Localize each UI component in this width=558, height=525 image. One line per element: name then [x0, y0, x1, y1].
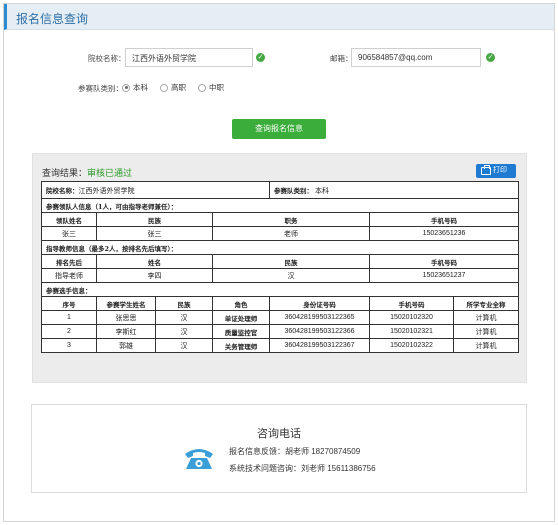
radio-benke-circle[interactable] — [122, 83, 130, 92]
teacher-header-ethnicity: 民族 — [212, 254, 370, 269]
contact-line-technical: 系统技术问题咨询：刘老师 15611386756 — [229, 464, 376, 473]
student-2-no: 2 — [41, 324, 97, 339]
teacher-header-phone: 手机号码 — [368, 254, 520, 269]
student-3-ethnicity: 汉 — [155, 338, 213, 353]
student-3-role: 关务管理师 — [212, 338, 270, 353]
team-type-radio-group: 本科 高职 中职 — [122, 82, 232, 93]
student-header-phone: 手机号码 — [369, 296, 454, 311]
table-row: 3 郭雄 汉 关务管理师 360428199503122367 15020102… — [41, 338, 520, 353]
student-header-id: 身份证号码 — [269, 296, 370, 311]
leader-phone: 15023651236 — [368, 226, 520, 241]
student-header-major: 所学专业全称 — [452, 296, 520, 311]
leader-name: 张三 — [41, 226, 97, 241]
table-row: 指导老师 李四 汉 15023651237 — [41, 268, 520, 283]
student-1-id: 360428199503122365 — [269, 310, 370, 325]
student-2-phone: 15020102321 — [369, 324, 454, 339]
result-status: 查询结果：审核已通过 — [42, 166, 132, 179]
table-row: 序号 参赛学生姓名 民族 角色 身份证号码 手机号码 所学专业全称 — [41, 296, 520, 311]
radio-benke-label: 本科 — [133, 83, 148, 92]
result-status-text: 审核已通过 — [87, 168, 133, 178]
student-1-phone: 15020102320 — [369, 310, 454, 325]
telephone-icon — [185, 449, 213, 469]
student-header-ethnicity: 民族 — [155, 296, 213, 311]
email-label: 邮箱： — [330, 54, 353, 63]
query-button[interactable]: 查询报名信息 — [232, 119, 326, 139]
school-label: 院校名称： — [88, 54, 126, 63]
team-type-cell-label: 参赛队类别： — [274, 186, 313, 195]
team-type-label: 参赛队类别： — [78, 84, 123, 93]
teacher-name: 李四 — [96, 268, 213, 283]
result-prefix: 查询结果： — [42, 168, 88, 178]
school-valid-check-icon: ✓ — [256, 53, 265, 62]
student-header-name: 参赛学生姓名 — [96, 296, 156, 311]
table-row: 参赛领队人信息（1人，可由指导老师兼任）： — [40, 198, 520, 213]
student-1-major: 计算机 — [452, 310, 520, 325]
student-1-ethnicity: 汉 — [155, 310, 213, 325]
table-row: 张三 张三 老师 15023651236 — [41, 226, 520, 241]
teacher-header-name: 姓名 — [96, 254, 213, 269]
school-input[interactable]: 江西外语外贸学院 — [125, 48, 253, 67]
radio-zhongzhi-label: 中职 — [209, 83, 224, 92]
radio-benke[interactable]: 本科 — [122, 82, 148, 93]
leader-section-title: 参赛领队人信息（1人，可由指导老师兼任）： — [40, 198, 520, 213]
leader-header-position: 职务 — [212, 212, 370, 227]
radio-zhongzhi[interactable]: 中职 — [198, 82, 224, 93]
radio-gaozhi-circle[interactable] — [160, 83, 168, 92]
contact-line-registration: 报名信息反馈：胡老师 18270874509 — [229, 447, 361, 456]
radio-gaozhi[interactable]: 高职 — [160, 82, 186, 93]
student-header-no: 序号 — [41, 296, 97, 311]
registration-info-table: 院校名称：江西外语外贸学院 参赛队类别： 本科 参赛领队人信息（1人，可由指导老… — [40, 181, 520, 353]
student-3-phone: 15020102322 — [369, 338, 454, 353]
radio-zhongzhi-circle[interactable] — [198, 83, 206, 92]
page-header: 报名信息查询 — [4, 4, 554, 30]
leader-header-phone: 手机号码 — [368, 212, 520, 227]
leader-position: 老师 — [212, 226, 370, 241]
school-cell-value: 江西外语外贸学院 — [78, 187, 135, 195]
student-1-no: 1 — [41, 310, 97, 325]
school-cell-label: 院校名称： — [46, 186, 79, 195]
table-row: 指导教师信息（最多2人，按排名先后填写）： — [40, 240, 520, 255]
student-2-name: 李斯红 — [96, 324, 156, 339]
student-header-role: 角色 — [212, 296, 270, 311]
student-1-role: 单证处理师 — [212, 310, 270, 325]
radio-gaozhi-label: 高职 — [171, 83, 186, 92]
table-row: 参赛选手信息： — [40, 282, 520, 297]
page-title: 报名信息查询 — [16, 12, 89, 26]
teacher-section-title: 指导教师信息（最多2人，按排名先后填写）： — [40, 240, 520, 255]
student-section-title: 参赛选手信息： — [40, 282, 520, 297]
table-row: 领队姓名 民族 职务 手机号码 — [41, 212, 520, 227]
email-input[interactable]: 906584857@qq.com — [351, 48, 481, 67]
student-3-no: 3 — [41, 338, 97, 353]
student-2-major: 计算机 — [452, 324, 520, 339]
email-valid-check-icon: ✓ — [486, 53, 495, 62]
student-2-ethnicity: 汉 — [155, 324, 213, 339]
printer-icon — [481, 165, 491, 175]
school-cell: 院校名称：江西外语外贸学院 — [41, 181, 270, 199]
team-type-cell: 参赛队类别： 本科 — [268, 181, 520, 199]
student-1-name: 张思思 — [96, 310, 156, 325]
student-2-id: 360428199503122366 — [269, 324, 370, 339]
table-row: 院校名称：江西外语外贸学院 参赛队类别： 本科 — [41, 181, 520, 199]
table-row: 排名先后 姓名 民族 手机号码 — [41, 254, 520, 269]
team-type-cell-value: 本科 — [314, 187, 329, 195]
leader-ethnicity: 张三 — [96, 226, 213, 241]
table-row: 1 张思思 汉 单证处理师 360428199503122365 1502010… — [41, 310, 520, 325]
leader-header-name: 领队姓名 — [41, 212, 97, 227]
teacher-phone: 15023651237 — [368, 268, 520, 283]
print-button-label: 打印 — [493, 167, 507, 174]
contact-title: 咨询电话 — [257, 428, 301, 440]
table-row: 2 李斯红 汉 质量监控官 360428199503122366 1502010… — [41, 324, 520, 339]
student-3-name: 郭雄 — [96, 338, 156, 353]
student-2-role: 质量监控官 — [212, 324, 270, 339]
teacher-rank: 指导老师 — [41, 268, 97, 283]
print-button[interactable]: 打印 — [476, 164, 516, 178]
teacher-ethnicity: 汉 — [212, 268, 370, 283]
student-3-major: 计算机 — [452, 338, 520, 353]
student-3-id: 360428199503122367 — [269, 338, 370, 353]
teacher-header-rank: 排名先后 — [41, 254, 97, 269]
leader-header-ethnicity: 民族 — [96, 212, 213, 227]
